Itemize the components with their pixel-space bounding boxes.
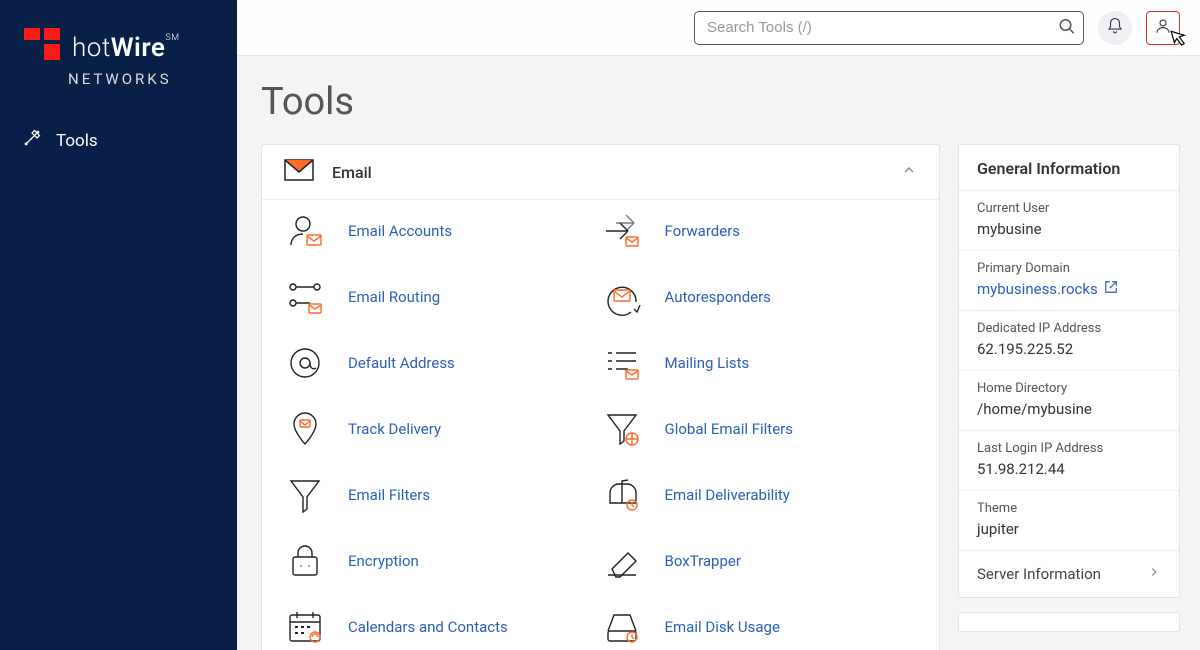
tool-boxtrapper[interactable]: BoxTrapper [601,540,918,582]
brand-subtitle: NETWORKS [68,70,215,88]
info-row-last-login-ip: Last Login IP Address 51.98.212.44 [959,430,1179,490]
tool-default-address[interactable]: Default Address [284,342,601,384]
tool-label: Email Routing [348,288,440,306]
info-label: Last Login IP Address [977,441,1161,456]
brand-name: hotWireSM [72,33,180,63]
tool-label: BoxTrapper [665,552,741,570]
tool-label: Mailing Lists [665,354,750,372]
server-info-label: Server Information [977,565,1101,583]
lock-icon [284,540,326,582]
brand-logo: hotWireSM NETWORKS [0,18,237,118]
info-value: jupiter [977,520,1161,538]
info-row-theme: Theme jupiter [959,490,1179,550]
info-label: Theme [977,501,1161,516]
list-mail-icon [601,342,643,384]
info-row-home-directory: Home Directory /home/mybusine [959,370,1179,430]
tool-label: Global Email Filters [665,420,794,438]
info-label: Home Directory [977,381,1161,396]
tool-calendars-contacts[interactable]: Calendars and Contacts [284,606,601,648]
info-value: mybusine [977,220,1161,238]
notifications-button[interactable] [1098,11,1132,45]
person-mail-icon [284,210,326,252]
tools-column: Email Email Accounts [261,144,940,650]
eraser-icon [601,540,643,582]
tool-global-email-filters[interactable]: Global Email Filters [601,408,918,450]
main: Tools Email [237,0,1200,650]
primary-domain-link[interactable]: mybusiness.rocks [977,280,1161,298]
tool-mailing-lists[interactable]: Mailing Lists [601,342,918,384]
page-title: Tools [261,80,1200,124]
info-value: /home/mybusine [977,400,1161,418]
tool-email-deliverability[interactable]: Email Deliverability [601,474,918,516]
logo-mark-icon [22,26,62,70]
chevron-up-icon [901,162,917,182]
info-label: Dedicated IP Address [977,321,1161,336]
tool-label: Email Filters [348,486,430,504]
disk-icon [601,606,643,648]
routing-icon [284,276,326,318]
info-value: mybusiness.rocks [977,280,1098,298]
search-input[interactable] [694,11,1084,45]
tool-label: Email Deliverability [665,486,790,504]
search-button[interactable] [1058,17,1076,38]
server-information-link[interactable]: Server Information [959,550,1179,597]
sidebar-item-tools[interactable]: Tools [0,118,237,163]
external-link-icon [1104,280,1118,298]
tool-label: Calendars and Contacts [348,618,508,636]
tool-label: Encryption [348,552,419,570]
cursor-pointer-icon [1163,28,1189,58]
tool-email-disk-usage[interactable]: Email Disk Usage [601,606,918,648]
tool-forwarders[interactable]: Forwarders [601,210,918,252]
tool-grid: Email Accounts Forwarders Email Routing [262,200,939,650]
email-panel: Email Email Accounts [261,144,940,650]
mailbox-icon [601,474,643,516]
track-pin-icon [284,408,326,450]
chevron-right-icon [1147,565,1161,583]
at-sign-icon [284,342,326,384]
info-panel-title: General Information [959,145,1179,190]
tool-email-routing[interactable]: Email Routing [284,276,601,318]
info-row-current-user: Current User mybusine [959,190,1179,250]
info-label: Primary Domain [977,261,1161,276]
info-column: General Information Current User mybusin… [958,144,1180,650]
topbar [237,0,1200,56]
tool-label: Email Accounts [348,222,452,240]
info-row-primary-domain: Primary Domain mybusiness.rocks [959,250,1179,310]
tool-encryption[interactable]: Encryption [284,540,601,582]
info-row-dedicated-ip: Dedicated IP Address 62.195.225.52 [959,310,1179,370]
tool-label: Forwarders [665,222,741,240]
tool-label: Autoresponders [665,288,771,306]
tool-email-filters[interactable]: Email Filters [284,474,601,516]
tool-label: Email Disk Usage [665,618,780,636]
tools-icon [22,128,42,153]
panel-title: Email [332,163,372,182]
info-value: 51.98.212.44 [977,460,1161,478]
search-box [694,11,1084,45]
tool-autoresponders[interactable]: Autoresponders [601,276,918,318]
search-icon [1058,23,1076,38]
sidebar: hotWireSM NETWORKS Tools [0,0,237,650]
email-panel-header[interactable]: Email [262,145,939,200]
funnel-icon [284,474,326,516]
user-menu-button[interactable] [1146,11,1180,45]
email-icon [284,159,314,185]
tool-label: Default Address [348,354,455,372]
info-label: Current User [977,201,1161,216]
tool-track-delivery[interactable]: Track Delivery [284,408,601,450]
arrows-forward-icon [601,210,643,252]
bell-icon [1106,17,1124,39]
reply-mail-icon [601,276,643,318]
secondary-panel [958,612,1180,632]
funnel-globe-icon [601,408,643,450]
sidebar-item-label: Tools [56,131,98,151]
general-info-panel: General Information Current User mybusin… [958,144,1180,598]
tool-email-accounts[interactable]: Email Accounts [284,210,601,252]
tool-label: Track Delivery [348,420,441,438]
info-value: 62.195.225.52 [977,340,1161,358]
calendar-icon [284,606,326,648]
